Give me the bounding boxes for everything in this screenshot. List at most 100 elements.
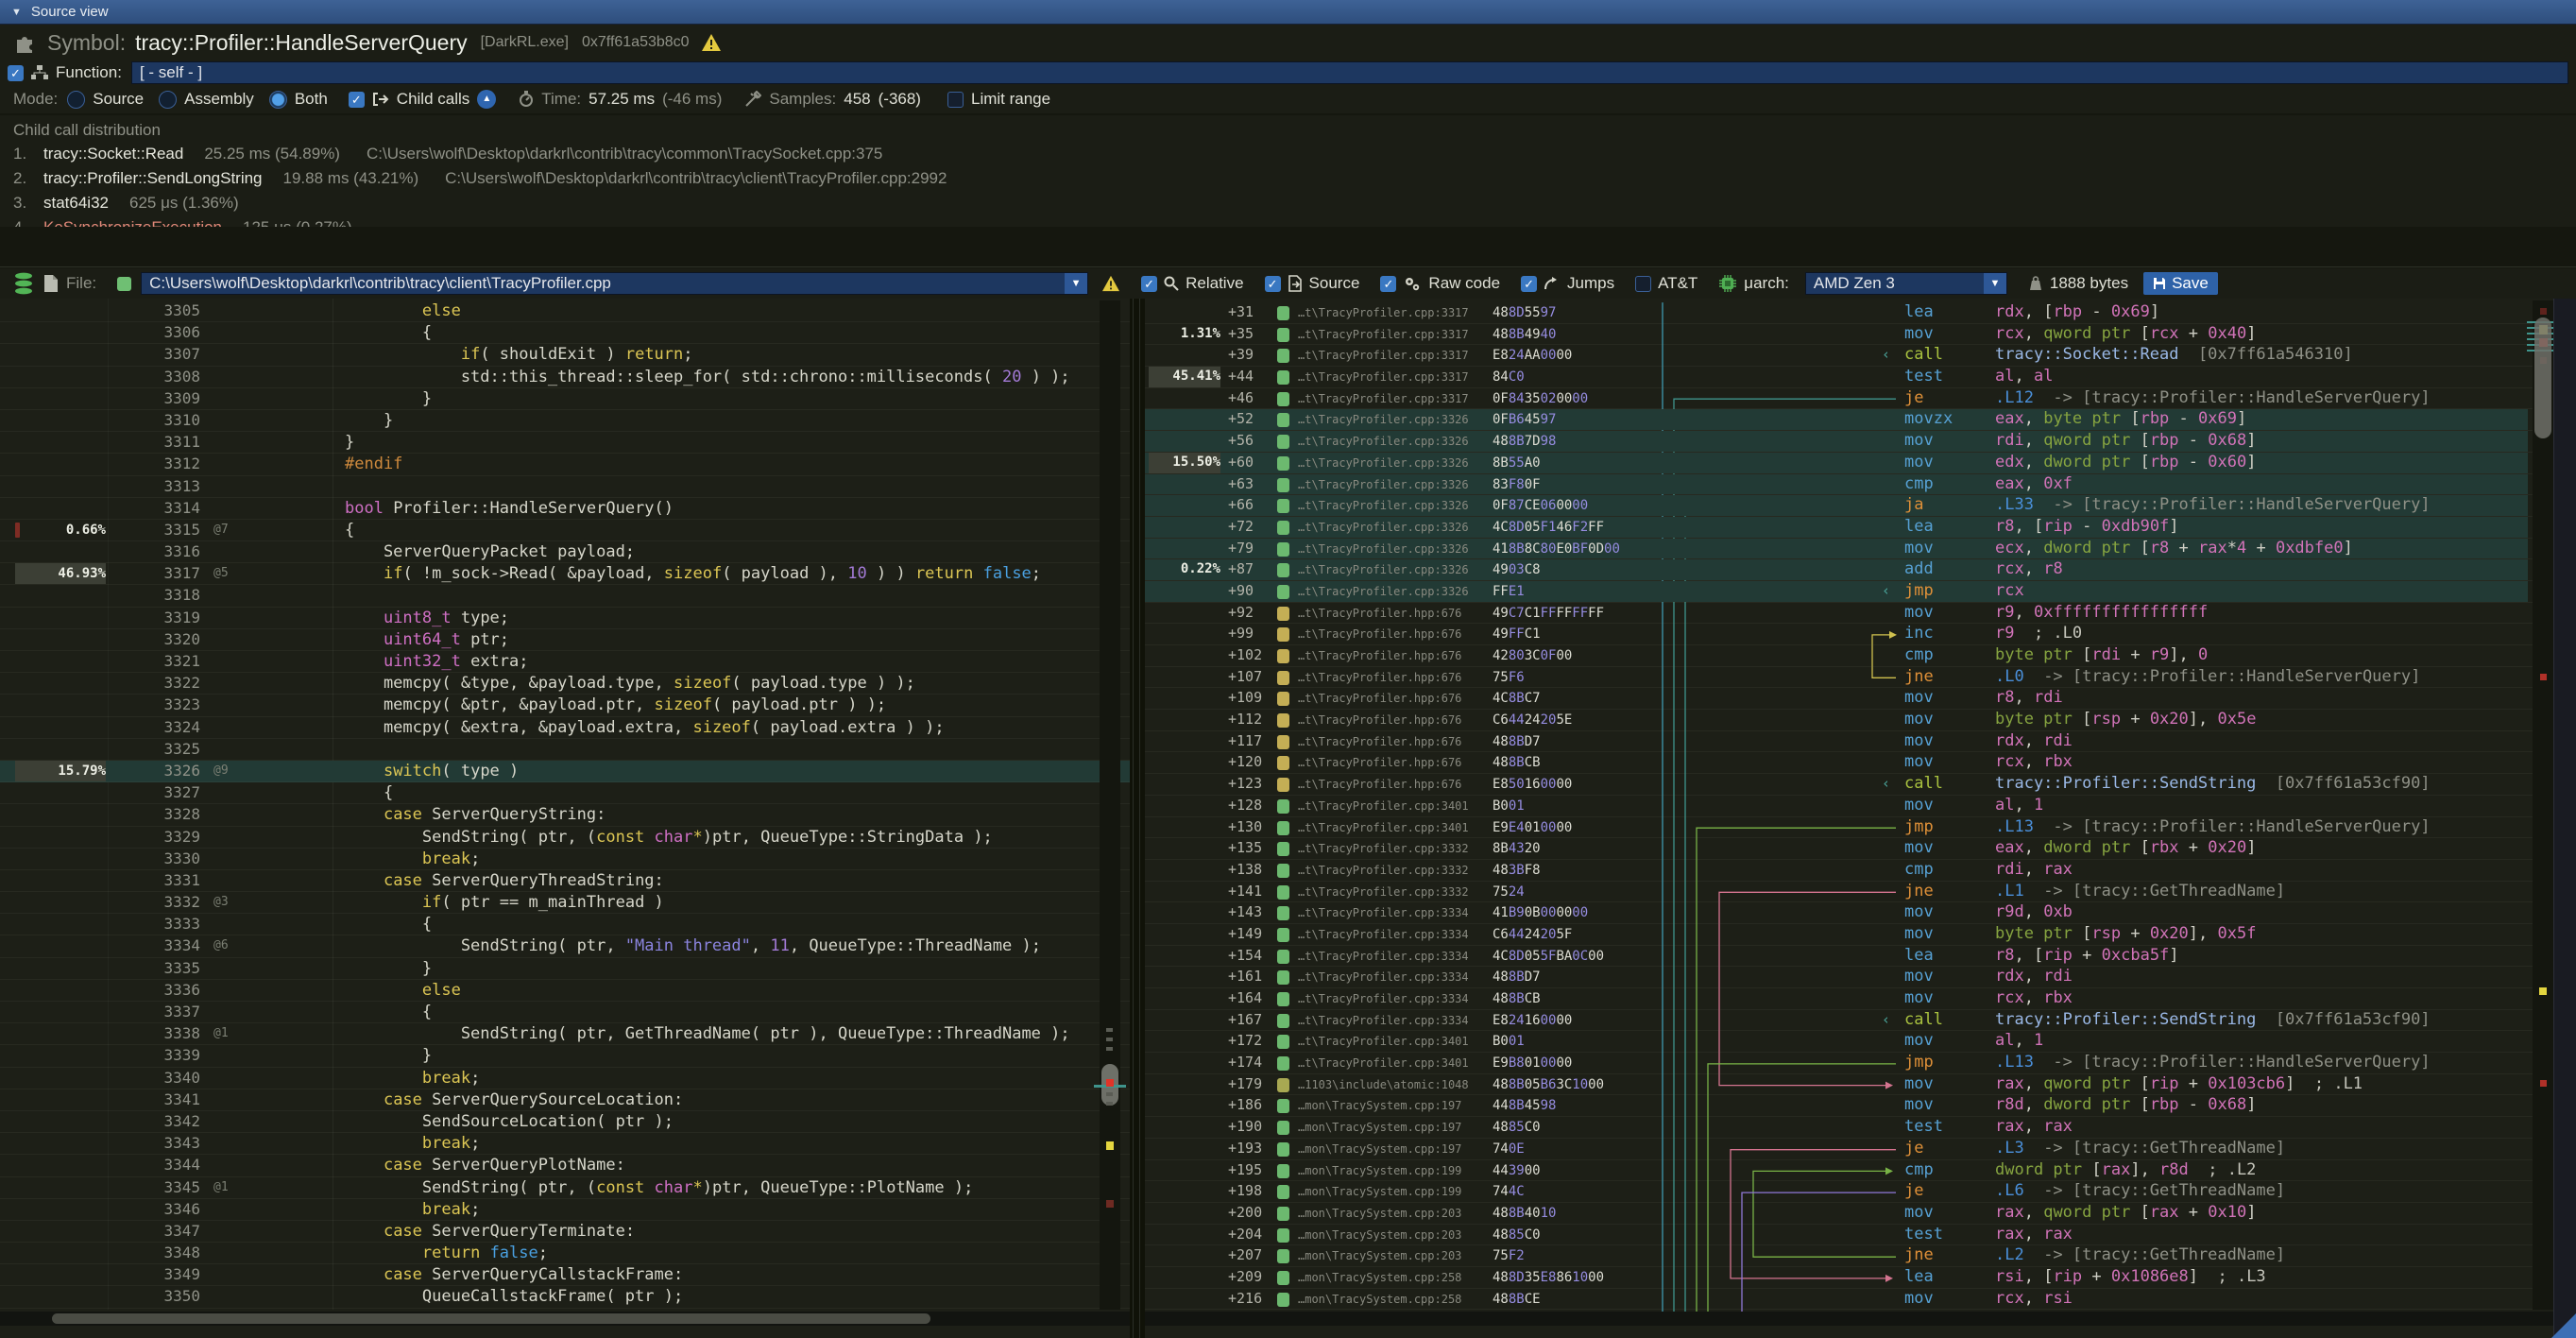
source-row[interactable]: 3349 case ServerQueryCallstackFrame:: [0, 1264, 1130, 1286]
source-row[interactable]: 3333 {: [0, 914, 1130, 935]
asm-row[interactable]: +200…mon\TracySystem.cpp:203488B4010movr…: [1145, 1203, 2576, 1225]
source-vscrollbar[interactable]: [1100, 300, 1120, 1310]
asm-row[interactable]: +154…t\TracyProfiler.cpp:33344C8D055FBA0…: [1145, 946, 2576, 968]
asm-row[interactable]: +164…t\TracyProfiler.cpp:3334488BCBmovrc…: [1145, 988, 2576, 1010]
source-row[interactable]: 3332@3 if( ptr == m_mainThread ): [0, 892, 1130, 914]
function-select[interactable]: [ - self - ]: [131, 61, 2568, 84]
asm-row[interactable]: +179…1103\include\atomic:1048488B05B63C1…: [1145, 1074, 2576, 1096]
asm-row[interactable]: +167…t\TracyProfiler.cpp:3334E824160000‹…: [1145, 1010, 2576, 1032]
collapse-triangle-icon[interactable]: ▼: [11, 7, 22, 18]
source-row[interactable]: 3345@1 SendString( ptr, (const char*)ptr…: [0, 1177, 1130, 1199]
asm-row[interactable]: +207…mon\TracySystem.cpp:20375F2jne.L2 -…: [1145, 1245, 2576, 1267]
source-row[interactable]: 3324 memcpy( &extra, &payload.extra, siz…: [0, 717, 1130, 739]
source-row[interactable]: 3327 {: [0, 782, 1130, 804]
file-select-arrow-icon[interactable]: ▼: [1065, 273, 1087, 294]
source-row[interactable]: 3308 std::this_thread::sleep_for( std::c…: [0, 367, 1130, 388]
asm-row[interactable]: +193…mon\TracySystem.cpp:197740Eje.L3 ->…: [1145, 1139, 2576, 1160]
asm-row[interactable]: +39…t\TracyProfiler.cpp:3317E824AA0000‹c…: [1145, 345, 2576, 367]
source-row[interactable]: 3343 break;: [0, 1133, 1130, 1155]
asm-row[interactable]: +120…t\TracyProfiler.hpp:676488BCBmovrcx…: [1145, 752, 2576, 774]
resize-grip[interactable]: [2551, 1313, 2576, 1338]
source-row[interactable]: 3313: [0, 476, 1130, 498]
asm-row[interactable]: +174…t\TracyProfiler.cpp:3401E9B8010000j…: [1145, 1053, 2576, 1074]
asm-row[interactable]: +209…mon\TracySystem.cpp:258488D35E88610…: [1145, 1267, 2576, 1289]
radio-assembly[interactable]: [159, 91, 177, 109]
panel-divider[interactable]: [1130, 299, 1145, 1338]
source-row[interactable]: 3305 else: [0, 300, 1130, 322]
asm-row[interactable]: +149…t\TracyProfiler.cpp:3334C64424205Fm…: [1145, 924, 2576, 946]
limit-range-checkbox[interactable]: [947, 92, 964, 108]
asm-row[interactable]: 15.50%+60…t\TracyProfiler.cpp:33268B55A0…: [1145, 453, 2576, 474]
source-row[interactable]: 3342 SendSourceLocation( ptr );: [0, 1111, 1130, 1133]
asm-row[interactable]: +172…t\TracyProfiler.cpp:3401B001moval, …: [1145, 1031, 2576, 1053]
source-row[interactable]: 3328 case ServerQueryString:: [0, 804, 1130, 826]
asm-row[interactable]: +52…t\TracyProfiler.cpp:33260FB64597movz…: [1145, 409, 2576, 431]
asm-row[interactable]: +190…mon\TracySystem.cpp:1974885C0testra…: [1145, 1117, 2576, 1139]
source-row[interactable]: 3307 if( shouldExit ) return;: [0, 344, 1130, 366]
asm-row[interactable]: +46…t\TracyProfiler.cpp:33170F8435020000…: [1145, 388, 2576, 410]
source-row[interactable]: 3348 return false;: [0, 1243, 1130, 1264]
source-row[interactable]: 3314bool Profiler::HandleServerQuery(): [0, 498, 1130, 520]
radio-both[interactable]: [269, 91, 287, 109]
source-row[interactable]: 3338@1 SendString( ptr, GetThreadName( p…: [0, 1023, 1130, 1045]
asm-row[interactable]: 1.31%+35…t\TracyProfiler.cpp:3317488B494…: [1145, 324, 2576, 346]
expand-up-button[interactable]: ▲: [477, 90, 496, 109]
asm-row[interactable]: +130…t\TracyProfiler.cpp:3401E9E4010000j…: [1145, 817, 2576, 839]
asm-row[interactable]: +141…t\TracyProfiler.cpp:33327524jne.L1 …: [1145, 882, 2576, 903]
asm-row[interactable]: +66…t\TracyProfiler.cpp:33260F87CE060000…: [1145, 495, 2576, 517]
source-row[interactable]: 3344 case ServerQueryPlotName:: [0, 1155, 1130, 1176]
child-call-row[interactable]: 2.tracy::Profiler::SendLongString19.88 m…: [0, 166, 2576, 191]
asm-row[interactable]: +90…t\TracyProfiler.cpp:3326FFE1‹jmprcx: [1145, 581, 2576, 603]
source-row[interactable]: 3316 ServerQueryPacket payload;: [0, 541, 1130, 563]
child-calls-checkbox[interactable]: ✓: [349, 92, 365, 108]
asm-row[interactable]: 0.22%+87…t\TracyProfiler.cpp:33264903C8a…: [1145, 559, 2576, 581]
asm-row[interactable]: +117…t\TracyProfiler.hpp:676488BD7movrdx…: [1145, 731, 2576, 753]
asm-row[interactable]: +198…mon\TracySystem.cpp:199744Cje.L6 ->…: [1145, 1181, 2576, 1203]
asm-row[interactable]: +186…mon\TracySystem.cpp:197448B4598movr…: [1145, 1095, 2576, 1117]
asm-row[interactable]: +63…t\TracyProfiler.cpp:332683F80Fcmpeax…: [1145, 474, 2576, 496]
source-hscrollbar-thumb[interactable]: [52, 1313, 930, 1324]
source-row[interactable]: 3310 }: [0, 410, 1130, 432]
source-row[interactable]: 3336 else: [0, 980, 1130, 1002]
function-checkbox[interactable]: ✓: [8, 65, 24, 81]
asm-hscrollbar[interactable]: [1145, 1312, 2576, 1326]
source-row[interactable]: 46.93%3317@5 if( !m_sock->Read( &payload…: [0, 563, 1130, 585]
source-row[interactable]: 3322 memcpy( &type, &payload.type, sizeo…: [0, 673, 1130, 695]
source-row[interactable]: 3350 QueueCallstackFrame( ptr );: [0, 1286, 1130, 1308]
asm-row[interactable]: +195…mon\TracySystem.cpp:199443900cmpdwo…: [1145, 1160, 2576, 1182]
asm-row[interactable]: +143…t\TracyProfiler.cpp:333441B90B00000…: [1145, 902, 2576, 924]
source-row[interactable]: 3340 break;: [0, 1068, 1130, 1089]
jumps-checkbox[interactable]: ✓: [1521, 276, 1537, 292]
asm-row[interactable]: +135…t\TracyProfiler.cpp:33328B4320movea…: [1145, 838, 2576, 860]
asm-row[interactable]: +99…t\TracyProfiler.hpp:67649FFC1incr9 ;…: [1145, 624, 2576, 645]
asm-row[interactable]: 45.41%+44…t\TracyProfiler.cpp:331784C0te…: [1145, 367, 2576, 388]
source-row[interactable]: 3337 {: [0, 1002, 1130, 1023]
child-call-row[interactable]: 4.KeSynchronizeExecution125 μs (0.27%): [0, 215, 2576, 227]
source-row[interactable]: 3306 {: [0, 322, 1130, 344]
asm-row[interactable]: +107…t\TracyProfiler.hpp:67675F6jne.L0 -…: [1145, 667, 2576, 689]
child-call-row[interactable]: 1.tracy::Socket::Read25.25 ms (54.89%)C:…: [0, 142, 2576, 166]
source-hscrollbar[interactable]: [0, 1312, 1130, 1326]
asm-vscrollbar-thumb[interactable]: [2534, 317, 2551, 438]
asm-row[interactable]: +138…t\TracyProfiler.cpp:3332483BF8cmprd…: [1145, 860, 2576, 882]
source-row[interactable]: 3325: [0, 739, 1130, 761]
raw-code-checkbox[interactable]: ✓: [1380, 276, 1396, 292]
source-row[interactable]: 3318: [0, 585, 1130, 607]
asm-row[interactable]: +123…t\TracyProfiler.hpp:676E850160000‹c…: [1145, 774, 2576, 796]
source-row[interactable]: 0.66%3315@7{: [0, 520, 1130, 541]
asm-row[interactable]: +56…t\TracyProfiler.cpp:3326488B7D98movr…: [1145, 431, 2576, 453]
asm-row[interactable]: +72…t\TracyProfiler.cpp:33264C8D05F146F2…: [1145, 517, 2576, 539]
file-select[interactable]: C:\Users\wolf\Desktop\darkrl\contrib\tra…: [141, 272, 1088, 295]
asm-row[interactable]: +102…t\TracyProfiler.hpp:67642803C0F00cm…: [1145, 645, 2576, 667]
source-row[interactable]: 3320 uint64_t ptr;: [0, 629, 1130, 651]
asm-row[interactable]: +31…t\TracyProfiler.cpp:3317488D5597lear…: [1145, 302, 2576, 324]
att-checkbox[interactable]: [1635, 276, 1651, 292]
save-button[interactable]: Save: [2143, 272, 2218, 295]
relative-checkbox[interactable]: ✓: [1141, 276, 1157, 292]
asm-vscrollbar[interactable]: [2533, 300, 2553, 1310]
source-row[interactable]: 3323 memcpy( &ptr, &payload.ptr, sizeof(…: [0, 695, 1130, 716]
source-row[interactable]: 3309 }: [0, 388, 1130, 410]
source-row[interactable]: 3311}: [0, 432, 1130, 454]
source-row[interactable]: 3329 SendString( ptr, (const char*)ptr, …: [0, 827, 1130, 849]
source-row[interactable]: 3335 }: [0, 958, 1130, 980]
